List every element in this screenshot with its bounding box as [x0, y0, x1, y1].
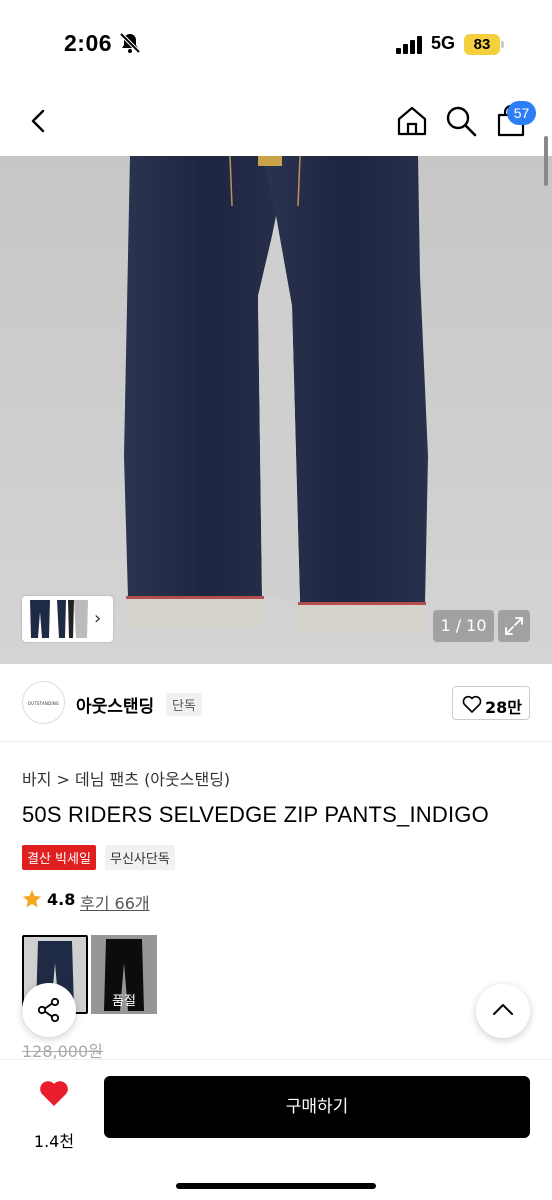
sale-tag: 결산 빅세일 [22, 845, 96, 870]
share-button[interactable] [22, 983, 76, 1037]
heart-filled-icon [40, 1081, 68, 1106]
wishlist-button[interactable]: 1.4천 [24, 1078, 84, 1154]
expand-icon[interactable] [498, 610, 530, 642]
product-image [124, 156, 428, 632]
share-icon [37, 997, 60, 1023]
brand-name[interactable]: 아웃스탠딩 [76, 692, 154, 717]
exclusive-tag: 무신사단독 [105, 845, 175, 870]
network-type: 5G [431, 33, 456, 53]
review-link[interactable]: 후기 66개 [80, 890, 150, 914]
brand-like-count: 28만 [485, 698, 522, 717]
mute-bell-icon [119, 32, 141, 54]
status-time: 2:06 [64, 30, 113, 56]
search-icon[interactable] [444, 104, 478, 138]
back-icon[interactable] [24, 106, 54, 136]
color-option-black[interactable]: 품절 [91, 935, 157, 1014]
chevron-up-icon [493, 1004, 513, 1015]
brand-row: OUTSTANDING 아웃스탠딩 단독 28만 [0, 664, 552, 742]
scroll-top-button[interactable] [476, 984, 530, 1038]
brand-like-button[interactable]: 28만 [452, 686, 530, 720]
home-icon[interactable] [395, 104, 429, 138]
image-counter: 1 / 10 [433, 610, 494, 642]
rating-score: 4.8 [47, 890, 76, 909]
battery-cap [501, 41, 504, 48]
signal-icon [396, 36, 422, 54]
thumbnail-front[interactable] [27, 600, 53, 638]
brand-exclusive-tag: 단독 [166, 693, 202, 716]
scroll-indicator [544, 136, 548, 186]
buy-button[interactable]: 구매하기 [104, 1076, 530, 1138]
thumbnail-strip[interactable]: › [22, 596, 113, 642]
product-image-gallery[interactable]: › 1 / 10 [0, 156, 552, 664]
sold-out-label: 품절 [91, 935, 157, 1014]
home-indicator [176, 1183, 376, 1189]
wishlist-count: 1.4천 [33, 1132, 75, 1151]
thumbnail-next-icon[interactable]: › [94, 608, 101, 629]
brand-logo[interactable]: OUTSTANDING [22, 681, 65, 724]
thumbnail-back[interactable] [70, 600, 96, 638]
breadcrumb[interactable]: 바지 > 데님 팬츠 (아웃스탠딩) [22, 766, 230, 790]
battery-indicator: 83 [464, 34, 500, 55]
product-title: 50S RIDERS SELVEDGE ZIP PANTS_INDIGO [22, 802, 489, 827]
heart-outline-icon [462, 695, 482, 713]
status-bar: 2:06 5G 83 [0, 0, 552, 88]
cart-count-badge: 57 [507, 101, 536, 125]
top-nav [0, 88, 552, 156]
bottom-action-bar: 1.4천 구매하기 [0, 1059, 552, 1200]
star-icon [23, 890, 41, 908]
